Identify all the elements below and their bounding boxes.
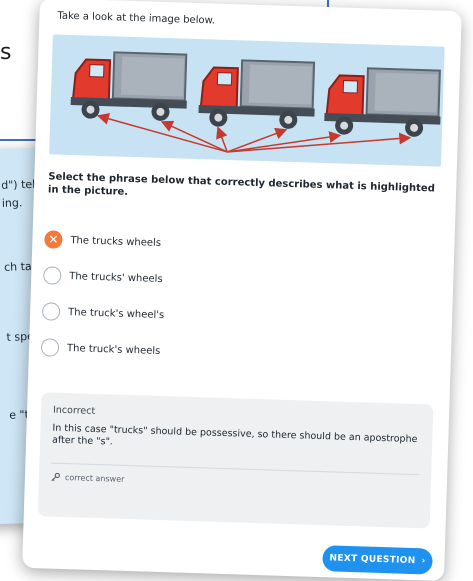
- answer-option-label: The truck's wheels: [66, 342, 161, 357]
- previous-card-text: ing.: [1, 196, 23, 210]
- radio-button[interactable]: [43, 266, 62, 285]
- previous-card-text: ch ta: [3, 259, 32, 274]
- feedback-title: Incorrect: [52, 404, 96, 417]
- correct-answer-link[interactable]: correct answer: [51, 472, 125, 484]
- key-icon: [51, 472, 60, 482]
- feedback-panel: Incorrect In this case "trucks" should b…: [37, 392, 434, 529]
- answer-option[interactable]: ✕ The trucks wheels: [44, 230, 161, 252]
- question-card: Take a look at the image below. Select t…: [22, 0, 462, 581]
- previous-card-text: d") tel: [1, 177, 36, 192]
- answer-option[interactable]: The trucks' wheels: [43, 266, 163, 288]
- feedback-explanation: In this case "trucks" should be possessi…: [51, 422, 418, 448]
- answer-option[interactable]: The truck's wheels: [40, 338, 161, 360]
- correct-answer-label: correct answer: [64, 473, 125, 484]
- answer-option-label: The trucks' wheels: [69, 270, 163, 285]
- next-question-button[interactable]: NEXT QUESTION ›: [322, 545, 433, 575]
- question-text: Select the phrase below that correctly d…: [47, 171, 436, 198]
- chevron-right-icon: ›: [421, 556, 426, 567]
- question-prompt: Take a look at the image below.: [57, 10, 216, 27]
- answer-option-label: The truck's wheel's: [67, 306, 165, 321]
- trucks-illustration: [49, 34, 445, 167]
- feedback-divider: [51, 462, 420, 476]
- truck-icon: [198, 59, 316, 129]
- answer-option[interactable]: The truck's wheel's: [41, 302, 165, 324]
- trucks-image: [70, 51, 441, 153]
- truck-icon: [324, 67, 441, 137]
- radio-button[interactable]: [40, 338, 60, 357]
- truck-icon: [70, 51, 188, 121]
- next-question-label: NEXT QUESTION: [329, 553, 416, 567]
- background-text: s: [0, 40, 12, 65]
- radio-button[interactable]: [41, 302, 61, 321]
- incorrect-icon: ✕: [44, 230, 63, 249]
- answer-option-label: The trucks wheels: [70, 234, 162, 249]
